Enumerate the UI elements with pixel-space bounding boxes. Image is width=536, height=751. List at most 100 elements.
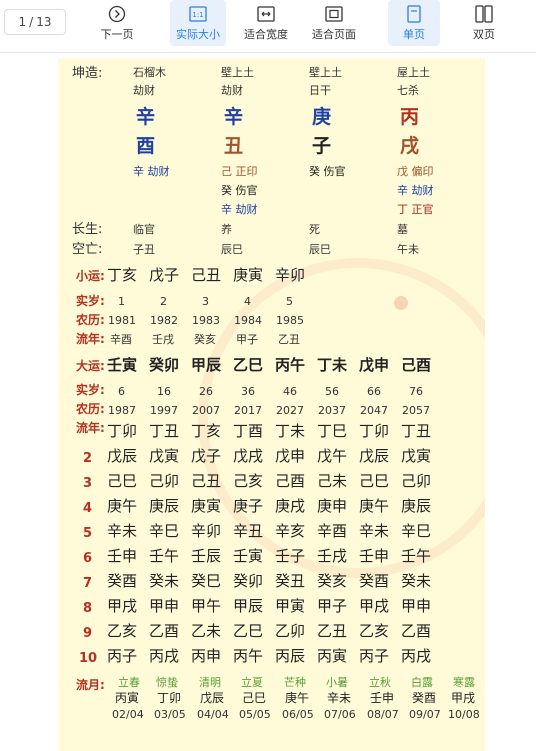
fit-page-label: 适合页面 [312, 28, 356, 41]
liuyue-ganzhi: 己巳 [242, 691, 267, 705]
dayun-year: 2017 [234, 404, 262, 417]
liunian-cell: 庚戌 [275, 497, 306, 515]
fit-width-icon [257, 4, 275, 24]
liunian-cell: 己未 [317, 472, 348, 490]
nayin-day: 壁上土 [309, 66, 342, 79]
xiaoyun-year: 1981 [108, 314, 136, 327]
liunian-cell: 甲申 [149, 597, 180, 615]
liunian-cell: 辛巳 [149, 522, 180, 540]
double-page-icon [475, 4, 493, 24]
canggan-month-1: 癸 伤官 [221, 184, 258, 197]
liunian-cell: 辛未 [107, 522, 138, 540]
liunian-cell: 辛未 [359, 522, 390, 540]
canggan-month-0: 己 正印 [221, 165, 258, 178]
liuyue-term: 立夏 [241, 676, 263, 689]
dizhi-hour: 戌 [400, 135, 420, 157]
actual-size-button[interactable]: 1:1 实际大小 [170, 0, 226, 46]
shishen-day: 日干 [309, 84, 331, 97]
next-page-button[interactable]: 下一页 [94, 0, 140, 46]
tiangan-hour: 丙 [400, 106, 420, 128]
liunian-cell: 甲戌 [107, 597, 138, 615]
single-page-button[interactable]: 单页 [388, 0, 440, 46]
watermark-dot [394, 296, 408, 310]
xiaoyun-liunian: 癸亥 [194, 333, 216, 346]
liunian-cell: 壬申 [359, 547, 390, 565]
page-total: 13 [36, 15, 52, 29]
liuyue-label: 流月: [76, 678, 105, 692]
kongwang-day: 辰巳 [309, 243, 331, 256]
xiaoyun-age: 2 [160, 295, 167, 308]
xiaoyun-age: 1 [118, 295, 125, 308]
liunian-cell: 己巳 [107, 472, 138, 490]
double-page-label: 双页 [473, 28, 495, 41]
dayun-year: 2047 [360, 404, 388, 417]
liunian-row-number: 7 [83, 576, 93, 591]
liunian-cell: 戊午 [317, 447, 348, 465]
liunian-cell: 壬申 [107, 547, 138, 565]
shishen-hour: 七杀 [397, 84, 419, 97]
liuyue-ganzhi: 辛未 [327, 691, 352, 705]
liunian-cell: 丁丑 [401, 422, 432, 440]
liunian-cell: 乙亥 [359, 622, 390, 640]
viewer-toolbar: 1 / 13 下一页 1:1 实际大小 适合宽度 适合页面 单页 双页 [0, 0, 536, 53]
liunian-cell: 丙戌 [401, 647, 432, 665]
liunian-row-number: 9 [83, 626, 93, 641]
dayun-age: 56 [325, 385, 339, 398]
liunian-cell: 庚寅 [191, 497, 222, 515]
dayun-label: 大运: [76, 359, 105, 373]
liunian-cell: 丁亥 [191, 422, 222, 440]
liunian-cell: 戊辰 [107, 447, 138, 465]
liunian-cell-current: 庚子 [233, 497, 264, 515]
liuyue-ganzhi: 庚午 [285, 691, 310, 705]
kongwang-year: 子丑 [133, 243, 155, 256]
dayun-age: 16 [157, 385, 171, 398]
changsheng-hour: 墓 [397, 223, 408, 236]
liunian-cell-current: 丁酉 [233, 422, 264, 440]
xiaoyun-age-label: 实岁: [76, 294, 105, 308]
liuyue-ganzhi: 壬申 [370, 691, 395, 705]
page-number-input[interactable]: 1 / 13 [4, 9, 66, 35]
liunian-cell: 癸酉 [359, 572, 390, 590]
liunian-row-number: 4 [83, 501, 93, 516]
liunian-cell: 丁巳 [317, 422, 348, 440]
liuyue-term: 立春 [118, 676, 140, 689]
canggan-hour-2: 丁 正官 [397, 203, 434, 216]
dayun-ganzhi: 丁未 [317, 356, 348, 374]
liunian-cell: 癸未 [401, 572, 432, 590]
double-page-button[interactable]: 双页 [458, 0, 510, 46]
dayun-year: 2057 [402, 404, 430, 417]
liuyue-date: 03/05 [154, 708, 186, 721]
xiaoyun-liunian: 甲子 [236, 333, 258, 346]
liunian-cell: 乙丑 [317, 622, 348, 640]
svg-text:1:1: 1:1 [192, 11, 203, 19]
xiaoyun-year-label: 农历: [76, 313, 105, 327]
liunian-cell: 壬辰 [191, 547, 222, 565]
liunian-cell: 辛亥 [275, 522, 306, 540]
canggan-hour-1: 辛 劫财 [397, 184, 434, 197]
liuyue-term: 清明 [199, 676, 221, 689]
fit-page-button[interactable]: 适合页面 [306, 0, 362, 46]
liuyue-term: 立秋 [369, 676, 391, 689]
dizhi-day: 子 [312, 135, 332, 157]
dayun-year: 2007 [192, 404, 220, 417]
liunian-row-number: 3 [83, 476, 93, 491]
liunian-row-number: 10 [79, 651, 98, 666]
liunian-cell: 丁卯 [107, 422, 138, 440]
fit-width-button[interactable]: 适合宽度 [238, 0, 294, 46]
next-page-label: 下一页 [100, 28, 134, 41]
liunian-cell: 乙酉 [149, 622, 180, 640]
liuyue-term: 惊蛰 [156, 676, 178, 689]
xiaoyun-year: 1982 [150, 314, 178, 327]
dayun-year-label: 农历: [76, 402, 105, 416]
liunian-cell: 乙酉 [401, 622, 432, 640]
tiangan-year: 辛 [136, 106, 156, 128]
chart-title: 坤造: [72, 66, 103, 81]
dayun-ganzhi: 丙午 [275, 356, 306, 374]
xiaoyun-year: 1984 [234, 314, 262, 327]
nayin-year: 石榴木 [133, 66, 166, 79]
liunian-cell: 戊寅 [149, 447, 180, 465]
actual-size-label: 实际大小 [176, 28, 220, 41]
liunian-cell-current: 甲辰 [233, 597, 264, 615]
liunian-cell: 庚午 [359, 497, 390, 515]
nayin-hour: 屋上土 [397, 66, 430, 79]
